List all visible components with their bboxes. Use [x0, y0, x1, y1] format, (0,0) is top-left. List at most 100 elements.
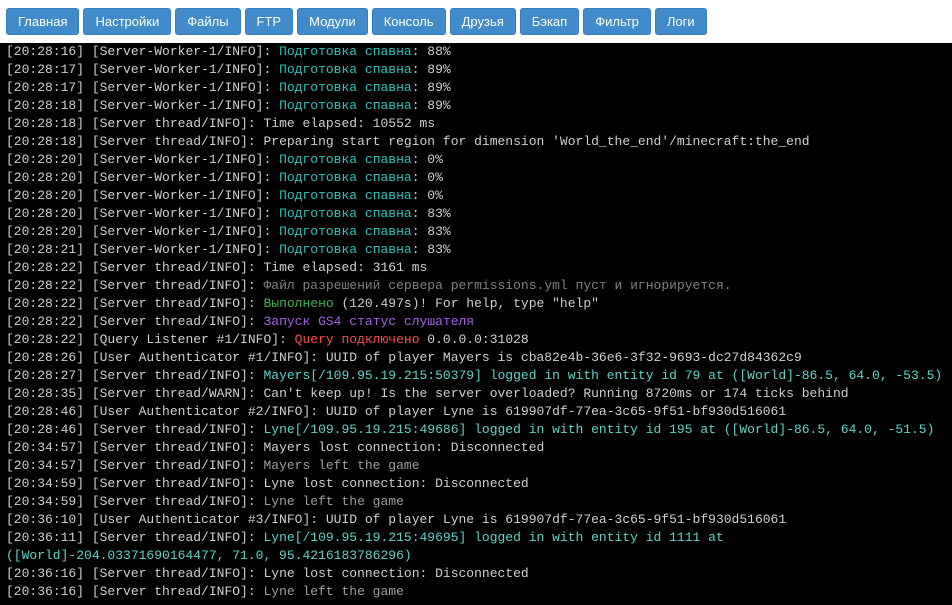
tab-filter[interactable]: Фильтр	[583, 8, 651, 35]
log-line: [20:28:20] [Server-Worker-1/INFO]: Подго…	[6, 151, 946, 169]
log-text: Подготовка спавна	[279, 242, 412, 257]
log-source: [Server thread/INFO]	[92, 134, 248, 149]
tab-backup[interactable]: Бэкап	[520, 8, 579, 35]
log-source: [Server thread/INFO]	[92, 476, 248, 491]
log-text: Подготовка спавна	[279, 188, 412, 203]
log-line: [20:28:20] [Server-Worker-1/INFO]: Подго…	[6, 187, 946, 205]
log-timestamp: [20:28:22]	[6, 296, 92, 311]
log-line: [20:28:21] [Server-Worker-1/INFO]: Подго…	[6, 241, 946, 259]
log-source: [Server-Worker-1/INFO]	[92, 80, 264, 95]
log-text: Подготовка спавна	[279, 44, 412, 59]
log-timestamp: [20:36:16]	[6, 566, 92, 581]
log-line: [20:28:22] [Server thread/INFO]: Выполне…	[6, 295, 946, 313]
log-timestamp: [20:28:22]	[6, 278, 92, 293]
log-timestamp: [20:36:11]	[6, 530, 92, 545]
log-source: [Server thread/INFO]	[92, 116, 248, 131]
log-line: [20:28:16] [Server-Worker-1/INFO]: Подго…	[6, 43, 946, 61]
log-text: Time elapsed: 3161 ms	[263, 260, 427, 275]
log-timestamp: [20:28:17]	[6, 62, 92, 77]
log-text: : 83%	[412, 224, 451, 239]
log-source: [Query Listener #1/INFO]	[92, 332, 279, 347]
log-source: [Server thread/INFO]	[92, 368, 248, 383]
log-text: Запуск GS4 статус слушателя	[263, 314, 474, 329]
log-line: [20:28:26] [User Authenticator #1/INFO]:…	[6, 349, 946, 367]
tab-settings[interactable]: Настройки	[83, 8, 171, 35]
log-source: [Server-Worker-1/INFO]	[92, 242, 264, 257]
log-timestamp: [20:28:27]	[6, 368, 92, 383]
log-source: [Server thread/INFO]	[92, 530, 248, 545]
log-source: [User Authenticator #2/INFO]	[92, 404, 310, 419]
log-text: Preparing start region for dimension 'Wo…	[263, 134, 809, 149]
log-text: Подготовка спавна	[279, 206, 412, 221]
tab-bar: Главная Настройки Файлы FTP Модули Консо…	[0, 0, 952, 43]
log-line: [20:28:46] [User Authenticator #2/INFO]:…	[6, 403, 946, 421]
tab-logs[interactable]: Логи	[655, 8, 707, 35]
log-timestamp: [20:28:16]	[6, 44, 92, 59]
log-timestamp: [20:28:22]	[6, 260, 92, 275]
log-line: [20:28:20] [Server-Worker-1/INFO]: Подго…	[6, 169, 946, 187]
log-source: [Server thread/INFO]	[92, 584, 248, 599]
log-line: [20:28:46] [Server thread/INFO]: Lyne[/1…	[6, 421, 946, 439]
tab-friends[interactable]: Друзья	[450, 8, 516, 35]
tab-files[interactable]: Файлы	[175, 8, 240, 35]
log-timestamp: [20:28:18]	[6, 116, 92, 131]
log-text: Файл разрешений сервера permissions.yml …	[263, 278, 731, 293]
log-source: [Server-Worker-1/INFO]	[92, 206, 264, 221]
log-source: [Server-Worker-1/INFO]	[92, 62, 264, 77]
log-timestamp: [20:34:57]	[6, 458, 92, 473]
log-line: [20:34:59] [Server thread/INFO]: Lyne lo…	[6, 475, 946, 493]
log-timestamp: [20:28:20]	[6, 152, 92, 167]
log-timestamp: [20:28:22]	[6, 314, 92, 329]
log-line: [20:28:18] [Server-Worker-1/INFO]: Подго…	[6, 97, 946, 115]
log-line: [20:28:17] [Server-Worker-1/INFO]: Подго…	[6, 79, 946, 97]
log-text: UUID of player Mayers is cba82e4b-36e6-3…	[326, 350, 802, 365]
log-line: [20:28:22] [Server thread/INFO]: Файл ра…	[6, 277, 946, 295]
log-text: : 89%	[412, 98, 451, 113]
log-source: [Server thread/INFO]	[92, 296, 248, 311]
log-text: : 89%	[412, 62, 451, 77]
log-text: : 0%	[412, 152, 443, 167]
log-source: [Server-Worker-1/INFO]	[92, 152, 264, 167]
log-text: Time elapsed: 10552 ms	[263, 116, 435, 131]
log-line: [20:28:22] [Server thread/INFO]: Time el…	[6, 259, 946, 277]
log-line: [20:28:20] [Server-Worker-1/INFO]: Подго…	[6, 223, 946, 241]
log-line: [20:36:16] [Server thread/INFO]: Lyne le…	[6, 583, 946, 601]
log-text: : 0%	[412, 170, 443, 185]
log-line: [20:28:18] [Server thread/INFO]: Prepari…	[6, 133, 946, 151]
log-line: [20:28:35] [Server thread/WARN]: Can't k…	[6, 385, 946, 403]
console-output[interactable]: [20:28:16] [Server-Worker-1/INFO]: Подго…	[0, 43, 952, 605]
log-line: [20:28:22] [Query Listener #1/INFO]: Que…	[6, 331, 946, 349]
log-line: [20:28:27] [Server thread/INFO]: Mayers[…	[6, 367, 946, 385]
log-text: Lyne left the game	[263, 584, 403, 599]
log-text: Подготовка спавна	[279, 152, 412, 167]
log-source: [Server-Worker-1/INFO]	[92, 170, 264, 185]
tab-console[interactable]: Консоль	[372, 8, 446, 35]
log-text: Can't keep up! Is the server overloaded?…	[263, 386, 848, 401]
log-source: [Server thread/INFO]	[92, 260, 248, 275]
tab-main[interactable]: Главная	[6, 8, 79, 35]
log-timestamp: [20:28:20]	[6, 224, 92, 239]
log-line: [20:28:18] [Server thread/INFO]: Time el…	[6, 115, 946, 133]
log-text: Подготовка спавна	[279, 224, 412, 239]
log-timestamp: [20:28:46]	[6, 422, 92, 437]
log-text: : 83%	[412, 242, 451, 257]
log-line: [20:34:57] [Server thread/INFO]: Mayers …	[6, 439, 946, 457]
log-text: Подготовка спавна	[279, 80, 412, 95]
log-text: : 89%	[412, 80, 451, 95]
log-line: [20:34:57] [Server thread/INFO]: Mayers …	[6, 457, 946, 475]
log-source: [Server thread/INFO]	[92, 314, 248, 329]
log-timestamp: [20:34:59]	[6, 494, 92, 509]
log-text: (120.497s)! For help, type "help"	[334, 296, 599, 311]
log-timestamp: [20:28:20]	[6, 170, 92, 185]
log-source: [Server thread/INFO]	[92, 458, 248, 473]
log-timestamp: [20:28:17]	[6, 80, 92, 95]
tab-modules[interactable]: Модули	[297, 8, 368, 35]
log-timestamp: [20:28:35]	[6, 386, 92, 401]
log-source: [Server thread/INFO]	[92, 278, 248, 293]
log-timestamp: [20:34:57]	[6, 440, 92, 455]
log-timestamp: [20:28:22]	[6, 332, 92, 347]
log-source: [User Authenticator #1/INFO]	[92, 350, 310, 365]
log-text: UUID of player Lyne is 619907df-77ea-3c6…	[326, 404, 786, 419]
log-timestamp: [20:28:21]	[6, 242, 92, 257]
tab-ftp[interactable]: FTP	[245, 8, 294, 35]
